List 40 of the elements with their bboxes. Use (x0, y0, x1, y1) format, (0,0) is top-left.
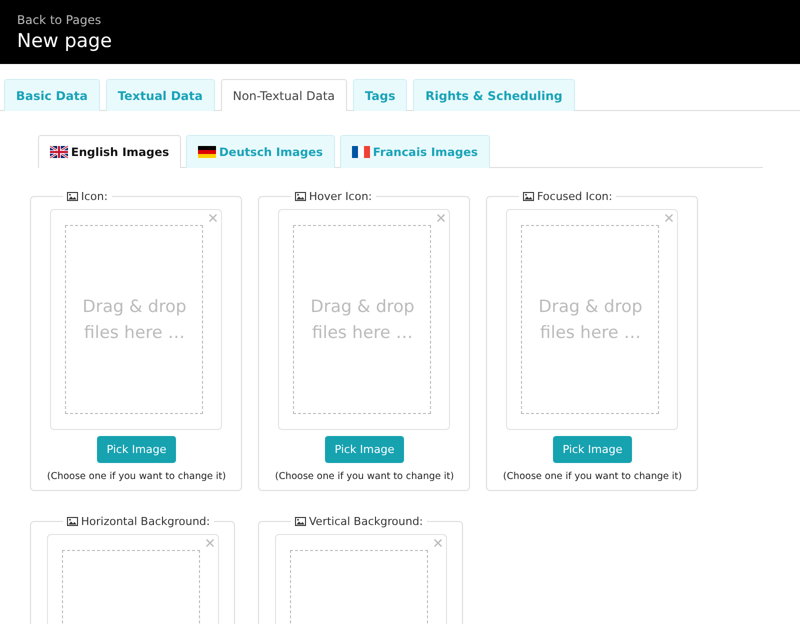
drop-zone[interactable]: Drag & drop files here … (278, 209, 450, 430)
image-icon (295, 517, 306, 526)
panel-label: Hover Icon: (309, 190, 372, 203)
drop-hint: Drag & drop files here … (309, 296, 416, 344)
drop-hint: Drag & drop files here … (81, 296, 188, 344)
language-tab[interactable]: English Images (38, 135, 182, 168)
tab[interactable]: Basic Data (4, 79, 100, 111)
panel-label: Focused Icon: (537, 190, 612, 203)
pick-image-button[interactable]: Pick Image (324, 436, 404, 463)
drop-zone[interactable]: Drag & drop files here … (50, 209, 222, 430)
help-text: (Choose one if you want to change it) (503, 471, 682, 482)
close-icon[interactable] (434, 539, 442, 547)
flag-icon (198, 146, 216, 158)
image-icon (67, 192, 78, 201)
tab[interactable]: Rights & Scheduling (413, 79, 574, 111)
image-icon (295, 192, 306, 201)
panel-label: Horizontal Background: (81, 515, 210, 528)
page-title: New page (17, 30, 112, 52)
tab[interactable]: Textual Data (106, 79, 215, 111)
tab[interactable]: Tags (352, 79, 408, 111)
drop-zone[interactable]: Drag & drop files here … (506, 209, 678, 430)
drop-hint: Drag & drop files here … (537, 296, 644, 344)
back-link[interactable]: Back to Pages (17, 12, 102, 28)
tab[interactable]: Non-Textual Data (220, 79, 347, 111)
close-icon[interactable] (437, 214, 446, 222)
panel-label: Vertical Background: (309, 515, 424, 528)
image-icon (67, 517, 78, 526)
pick-image-button[interactable]: Pick Image (96, 436, 176, 463)
close-icon[interactable] (206, 539, 214, 547)
language-tab[interactable]: Francais Images (340, 135, 490, 168)
help-text: (Choose one if you want to change it) (47, 471, 226, 482)
pick-image-button[interactable]: Pick Image (552, 436, 632, 463)
flag-icon (352, 146, 370, 158)
panel-label: Icon: (81, 190, 108, 203)
flag-icon (50, 146, 68, 158)
image-icon (523, 192, 534, 201)
language-tab[interactable]: Deutsch Images (186, 135, 335, 168)
close-icon[interactable] (209, 214, 218, 222)
help-text: (Choose one if you want to change it) (275, 471, 454, 482)
close-icon[interactable] (665, 214, 674, 222)
